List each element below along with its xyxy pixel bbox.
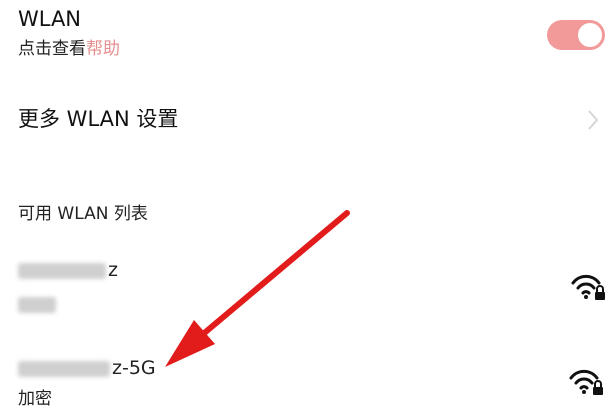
available-networks-header: 可用 WLAN 列表 [18, 204, 148, 224]
wlan-subtitle: 点击查看帮助 [18, 38, 120, 60]
network-security: 加密 [18, 389, 52, 409]
network-name[interactable]: z-5G [18, 356, 156, 380]
toggle-knob [578, 23, 602, 47]
more-wlan-settings[interactable]: 更多 WLAN 设置 [18, 105, 178, 133]
network-name-visible: z [108, 259, 118, 281]
wlan-title: WLAN [18, 7, 82, 31]
help-link[interactable]: 帮助 [86, 39, 120, 59]
network-name[interactable]: z [18, 258, 118, 282]
wlan-toggle[interactable] [547, 20, 605, 50]
network-name-visible: z-5G [112, 357, 156, 379]
wifi-lock-icon [569, 369, 603, 395]
chevron-right-icon [588, 110, 599, 130]
wlan-subtitle-text: 点击查看 [18, 39, 86, 59]
redacted-name-blur [18, 360, 110, 377]
wifi-lock-icon [571, 274, 605, 300]
redacted-name-blur [18, 262, 106, 279]
redacted-security-blur [18, 297, 56, 313]
network-security [18, 294, 58, 316]
